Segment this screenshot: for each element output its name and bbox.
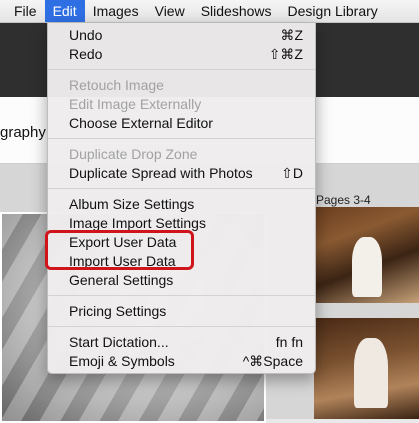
annotation-highlight-box (45, 230, 194, 270)
pages-label: Pages 3-4 (316, 193, 371, 207)
menu-edit[interactable]: Edit (44, 0, 85, 22)
shortcut-label: fn fn (275, 334, 303, 350)
menu-item-edit-image-externally: Edit Image Externally (69, 96, 202, 112)
menu-item-emoji-symbols[interactable]: Emoji & Symbols ^⌘Space (69, 352, 303, 371)
menu-separator (48, 69, 315, 70)
app-title-fragment: graphy (0, 124, 46, 141)
menu-separator (48, 138, 315, 139)
menu-item-label: Undo (69, 27, 103, 43)
shortcut-label: ^⌘Space (242, 353, 303, 369)
menu-view[interactable]: View (147, 0, 193, 22)
menu-item-redo[interactable]: Redo ⇧⌘Z (69, 45, 303, 64)
menu-item-duplicate-drop-zone: Duplicate Drop Zone (69, 146, 198, 162)
menu-separator (48, 326, 315, 327)
shortcut-label: ⇧⌘Z (268, 46, 303, 62)
menu-file[interactable]: File (0, 0, 45, 22)
menu-item-label: Emoji & Symbols (69, 353, 175, 369)
spread-thumbnail-bottom[interactable] (314, 318, 419, 419)
menu-item-undo[interactable]: Undo ⌘Z (69, 26, 303, 45)
shortcut-label: ⇧D (281, 165, 303, 181)
menu-item-duplicate-spread[interactable]: Duplicate Spread with Photos ⇧D (69, 164, 303, 183)
edit-menu-dropdown: Undo ⌘Z Redo ⇧⌘Z Retouch Image Edit Imag… (47, 23, 316, 374)
menu-item-label: Start Dictation... (69, 334, 169, 350)
menu-separator (48, 295, 315, 296)
menu-item-general-settings[interactable]: General Settings (69, 271, 303, 290)
menu-item-label: Redo (69, 46, 103, 62)
menu-item-album-size-settings[interactable]: Album Size Settings (69, 195, 303, 214)
menu-item-choose-external-editor[interactable]: Choose External Editor (69, 114, 303, 133)
bride-figure (352, 237, 382, 297)
menu-bar: File Edit Images View Slideshows Design … (0, 0, 419, 23)
menu-item-label: Duplicate Spread with Photos (69, 165, 253, 181)
spread-thumbnail-top[interactable] (314, 207, 419, 303)
menu-item-retouch-image: Retouch Image (69, 77, 164, 93)
menu-slideshows[interactable]: Slideshows (193, 0, 280, 22)
menu-item-start-dictation[interactable]: Start Dictation... fn fn (69, 333, 303, 352)
menu-separator (48, 188, 315, 189)
menu-item-pricing-settings[interactable]: Pricing Settings (69, 302, 303, 321)
menu-design-library[interactable]: Design Library (280, 0, 386, 22)
shortcut-label: ⌘Z (280, 27, 303, 43)
menu-images[interactable]: Images (85, 0, 147, 22)
bride-figure (354, 338, 388, 408)
